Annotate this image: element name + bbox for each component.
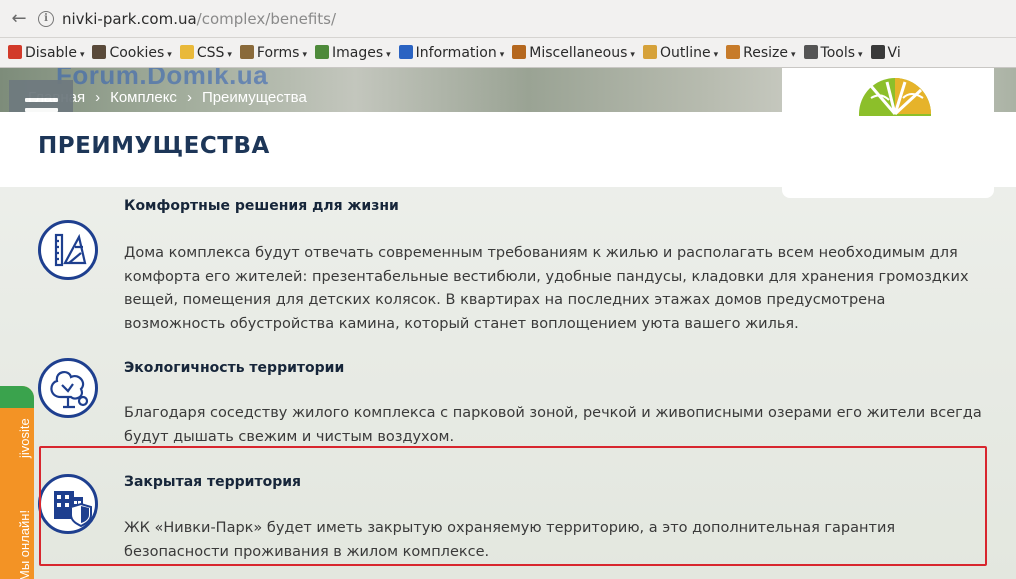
site-info-icon[interactable]: i [38,11,54,27]
ruler-compass-icon [54,233,87,267]
devbar-menu-outline[interactable]: Outline ▾ [635,38,718,67]
breadcrumb-separator: › [186,89,192,106]
devbar-menu-label: CSS [196,45,225,61]
devbar-menu-label: Vi [887,45,901,61]
devbar-menu-cookies[interactable]: Cookies ▾ [84,38,172,67]
devbar-menu-label: Tools [820,45,856,61]
miscellaneous-icon [512,45,527,59]
tools-icon [803,45,818,59]
devbar-menu-disable[interactable]: Disable ▾ [0,38,84,67]
devbar-menu-label: Images [332,45,384,61]
feature-text: Благодаря соседству жилого комплекса с п… [124,405,982,445]
feature-text: Дома комплекса будут отвечать современны… [124,245,969,332]
web-page: Главная›Комплекс›Преимущества Forum.Domi… [0,68,1016,579]
devbar-menu-label: Information [415,45,497,61]
forum-watermark: Forum.Domik.ua [56,68,269,90]
breadcrumb-separator: › [95,89,101,106]
menu-bar [25,98,58,102]
url-host: nivki-park.com.ua [62,10,197,28]
disable-icon [8,45,22,59]
breadcrumb-current: Преимущества [201,89,307,106]
view-icon [870,45,885,59]
devbar-menu-information[interactable]: Information ▾ [391,38,504,67]
devbar-menu-miscellaneous[interactable]: Miscellaneous ▾ [504,38,635,67]
information-icon [398,45,413,59]
tree-icon [50,371,89,409]
chat-brand-label: jivosite [17,418,32,458]
address-bar: ← i nivki-park.com.ua/complex/benefits/ [0,0,1016,38]
devbar-menu-vi[interactable]: Vi [863,38,901,67]
devbar-menu-tools[interactable]: Tools ▾ [796,38,863,67]
ruler-compass-icon [38,220,98,280]
feature-title: Экологичность территории [124,360,345,376]
devbar-menu-forms[interactable]: Forms ▾ [232,38,307,67]
css-icon [179,45,194,59]
web-developer-toolbar: Disable ▾ Cookies ▾ CSS ▾ Forms ▾ Images ▾ Informa… [0,38,1016,68]
nivki-park-logo-icon [859,78,931,116]
devbar-menu-label: Disable [25,45,77,61]
devbar-menu-label: Forms [256,45,300,61]
url-path: /complex/benefits/ [196,10,337,28]
outline-icon [642,45,657,59]
highlight-box [39,446,987,566]
forms-icon [239,45,254,59]
devbar-menu-label: Outline [659,45,711,61]
page-title: ПРЕИМУЩЕСТВА [38,133,270,159]
tree-icon [38,358,98,418]
breadcrumb-section[interactable]: Комплекс [110,89,177,106]
devbar-menu-images[interactable]: Images ▾ [307,38,391,67]
images-icon [315,45,329,59]
feature-title: Комфортные решения для жизни [124,198,399,214]
chat-status-label: Мы онлайн! [17,509,32,579]
online-chat-tab[interactable]: jivosite Мы онлайн! [0,386,34,579]
logo-card[interactable] [782,68,994,198]
devbar-menu-css[interactable]: CSS ▾ [172,38,232,67]
url-field[interactable]: nivki-park.com.ua/complex/benefits/ [62,10,336,28]
cookies-icon [92,45,107,59]
devbar-menu-label: Resize [743,45,788,61]
back-arrow-icon[interactable]: ← [8,8,30,30]
devbar-menu-label: Cookies [109,45,165,61]
chat-status-indicator [0,386,34,408]
devbar-menu-resize[interactable]: Resize ▾ [718,38,796,67]
devbar-menu-label: Miscellaneous [529,45,628,61]
resize-icon [726,45,741,59]
